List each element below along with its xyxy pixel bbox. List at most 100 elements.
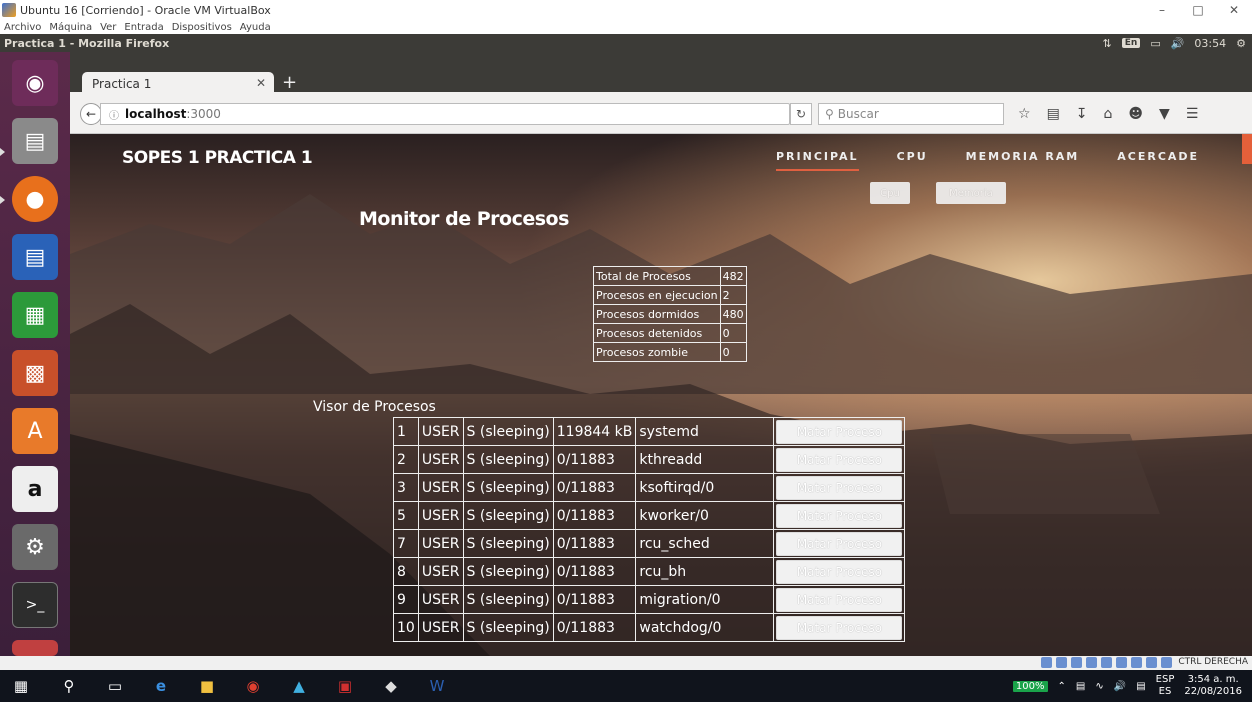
- new-tab-icon[interactable]: +: [282, 72, 297, 94]
- downloads-icon[interactable]: ↧: [1076, 106, 1088, 122]
- unity-launcher: ◉ ▤ ● ▤ ▦ ▩ A a ⚙ >_: [0, 52, 70, 656]
- kill-process-button[interactable]: Matar Proceso: [776, 447, 903, 472]
- bookmarks-list-icon[interactable]: ▤: [1047, 106, 1060, 122]
- software-center-icon[interactable]: A: [12, 408, 58, 454]
- show-hidden-icons-icon[interactable]: ⌃: [1058, 681, 1066, 692]
- cpu-indicator-icon[interactable]: [1146, 657, 1157, 668]
- writer-icon[interactable]: ▤: [12, 234, 58, 280]
- wifi-icon[interactable]: ∿: [1095, 681, 1103, 692]
- keyboard-layout[interactable]: En: [1121, 38, 1141, 48]
- ubuntu-dash-icon[interactable]: ◉: [12, 60, 58, 106]
- notifications-icon[interactable]: ▤: [1136, 681, 1145, 692]
- user-cell: USER: [417, 473, 464, 502]
- menu-dispositivos[interactable]: Dispositivos: [172, 22, 232, 33]
- site-info-icon[interactable]: ⓘ: [109, 107, 119, 122]
- task-view-icon[interactable]: ▭: [104, 676, 126, 696]
- pid-cell: 1: [393, 417, 419, 446]
- pocket-icon[interactable]: ▼: [1159, 106, 1170, 122]
- summary-value: 482: [719, 266, 747, 286]
- menu-archivo[interactable]: Archivo: [4, 22, 41, 33]
- battery-indicator[interactable]: 100%: [1012, 680, 1048, 692]
- bookmark-star-icon[interactable]: ☆: [1018, 106, 1031, 122]
- search-input[interactable]: ⚲ Buscar: [818, 103, 1004, 125]
- hamburger-menu-icon[interactable]: ☰: [1186, 106, 1199, 122]
- word-icon[interactable]: W: [426, 676, 448, 696]
- minimize-icon[interactable]: –: [1144, 0, 1180, 20]
- menu-maquina[interactable]: Máquina: [49, 22, 92, 33]
- cpu-button[interactable]: Cpu: [870, 182, 910, 204]
- summary-value: 0: [719, 342, 747, 362]
- taskbar-clock[interactable]: 3:54 a. m. 22/08/2016: [1184, 674, 1242, 698]
- close-tab-icon[interactable]: ✕: [256, 76, 266, 90]
- amazon-icon[interactable]: a: [12, 466, 58, 512]
- chrome-icon[interactable]: ◉: [242, 676, 264, 696]
- kill-process-button[interactable]: Matar Proceso: [776, 615, 903, 640]
- hdd-icon[interactable]: [1041, 657, 1052, 668]
- recording-icon[interactable]: [1131, 657, 1142, 668]
- kill-process-button[interactable]: Matar Proceso: [776, 503, 903, 528]
- virtualbox-titlebar: Ubuntu 16 [Corriendo] - Oracle VM Virtua…: [0, 0, 1252, 20]
- nav-cpu[interactable]: CPU: [897, 150, 928, 171]
- kill-process-button[interactable]: Matar Proceso: [776, 419, 903, 444]
- network-tray-icon[interactable]: ▤: [1076, 681, 1085, 692]
- network-adapter-icon[interactable]: [1116, 657, 1127, 668]
- windows-start-icon[interactable]: ▦: [10, 676, 32, 696]
- terminal-icon[interactable]: >_: [12, 582, 58, 628]
- kill-process-button[interactable]: Matar Proceso: [776, 475, 903, 500]
- input-language[interactable]: ESP ES: [1156, 674, 1175, 698]
- back-arrow-icon[interactable]: ←: [80, 103, 102, 125]
- state-cell: S (sleeping): [462, 613, 554, 642]
- state-cell: S (sleeping): [462, 557, 554, 586]
- mem-cell: 0/11883: [552, 445, 637, 474]
- cortana-search-icon[interactable]: ⚲: [58, 676, 80, 696]
- battery-icon[interactable]: ▭: [1150, 37, 1160, 50]
- panel-clock[interactable]: 03:54: [1194, 37, 1226, 50]
- edge-icon[interactable]: e: [150, 676, 172, 696]
- menu-entrada[interactable]: Entrada: [124, 22, 163, 33]
- kill-process-button[interactable]: Matar Proceso: [776, 531, 903, 556]
- state-cell: S (sleeping): [462, 417, 554, 446]
- workspace-switcher-icon[interactable]: [12, 640, 58, 656]
- site-brand[interactable]: SOPES 1 PRACTICA 1: [122, 148, 313, 168]
- pid-cell: 5: [393, 501, 419, 530]
- display-icon[interactable]: [1101, 657, 1112, 668]
- firefox-icon[interactable]: ●: [12, 176, 58, 222]
- speaker-icon[interactable]: 🔊: [1114, 681, 1126, 692]
- name-cell: kthreadd: [635, 445, 775, 474]
- mouse-integration-icon[interactable]: [1161, 657, 1172, 668]
- maximize-icon[interactable]: □: [1180, 0, 1216, 20]
- virtualbox-taskbar-icon[interactable]: ◆: [380, 676, 402, 696]
- kill-process-button[interactable]: Matar Proceso: [776, 559, 903, 584]
- settings-gear-icon[interactable]: ⚙: [1236, 37, 1246, 50]
- kill-process-button[interactable]: Matar Proceso: [776, 587, 903, 612]
- system-settings-icon[interactable]: ⚙: [12, 524, 58, 570]
- home-icon[interactable]: ⌂: [1104, 106, 1113, 122]
- reload-icon[interactable]: ↻: [790, 103, 812, 125]
- shared-folder-icon[interactable]: [1086, 657, 1097, 668]
- pid-cell: 7: [393, 529, 419, 558]
- menu-ayuda[interactable]: Ayuda: [240, 22, 271, 33]
- virtualbox-menubar: Archivo Máquina Ver Entrada Dispositivos…: [0, 20, 1252, 34]
- running-indicator: [0, 196, 5, 204]
- close-icon[interactable]: ✕: [1216, 0, 1252, 20]
- file-explorer-icon[interactable]: ■: [196, 676, 218, 696]
- page-scroll-indicator[interactable]: [1242, 134, 1252, 164]
- usb-icon[interactable]: [1071, 657, 1082, 668]
- menu-ver[interactable]: Ver: [100, 22, 116, 33]
- nav-acercade[interactable]: ACERCADE: [1117, 150, 1199, 171]
- nav-memoria-ram[interactable]: MEMORIA RAM: [966, 150, 1080, 171]
- app-icon[interactable]: ▲: [288, 676, 310, 696]
- user-cell: USER: [417, 613, 464, 642]
- table-row: Procesos en ejecucion 2: [593, 285, 747, 305]
- optical-drive-icon[interactable]: [1056, 657, 1067, 668]
- memoria-button[interactable]: Memoria: [936, 182, 1006, 204]
- impress-icon[interactable]: ▩: [12, 350, 58, 396]
- volume-icon[interactable]: 🔊: [1171, 37, 1185, 50]
- url-bar[interactable]: ⓘ localhost:3000: [100, 103, 790, 125]
- calc-icon[interactable]: ▦: [12, 292, 58, 338]
- files-icon[interactable]: ▤: [12, 118, 58, 164]
- hello-icon[interactable]: ☻: [1128, 106, 1143, 122]
- network-icon[interactable]: ⇅: [1103, 37, 1112, 50]
- acrobat-icon[interactable]: ▣: [334, 676, 356, 696]
- nav-principal[interactable]: PRINCIPAL: [776, 150, 859, 171]
